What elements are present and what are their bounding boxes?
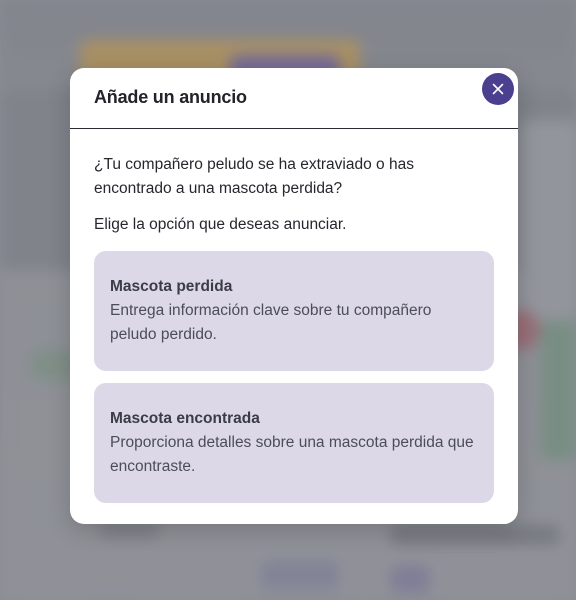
option-found-pet[interactable]: Mascota encontrada Proporciona detalles … xyxy=(94,383,494,503)
option-description: Proporciona detalles sobre una mascota p… xyxy=(110,434,474,475)
option-description: Entrega información clave sobre tu compa… xyxy=(110,302,432,343)
close-icon xyxy=(492,83,504,95)
modal-title: Añade un anuncio xyxy=(94,87,247,107)
intro-text: ¿Tu compañero peludo se ha extraviado o … xyxy=(94,156,414,197)
option-title: Mascota perdida xyxy=(110,278,233,295)
option-lost-pet[interactable]: Mascota perdida Entrega información clav… xyxy=(94,251,494,371)
modal-body: ¿Tu compañero peludo se ha extraviado o … xyxy=(70,129,518,503)
prompt-text: Elige la opción que deseas anunciar. xyxy=(94,216,347,233)
option-title: Mascota encontrada xyxy=(110,410,260,427)
add-listing-modal: Añade un anuncio ¿Tu compañero peludo se… xyxy=(70,68,518,524)
modal-header: Añade un anuncio xyxy=(70,68,518,129)
close-button[interactable] xyxy=(482,73,514,105)
